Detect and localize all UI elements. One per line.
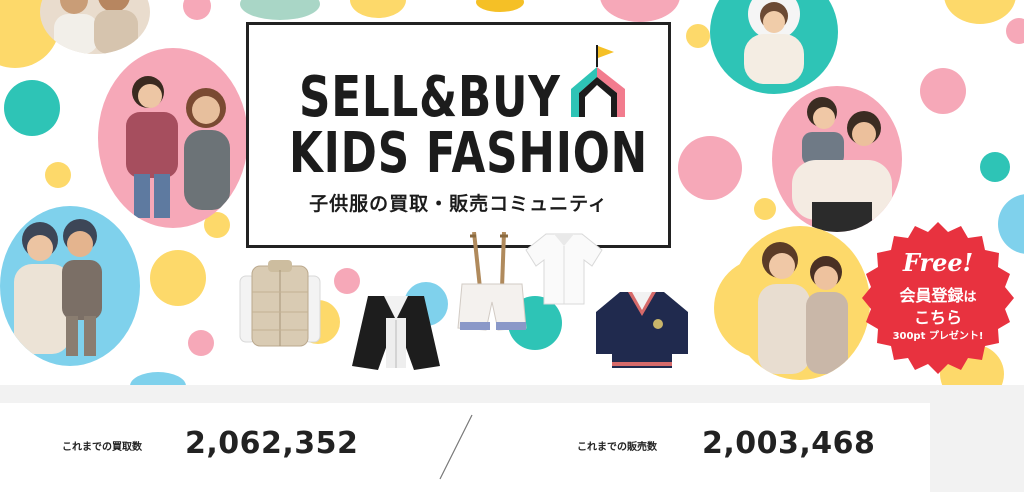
brand-logo[interactable]: SELL&BUY KIDS FASHION 子供服の買取・販売コミュニティ [246,22,671,248]
logo-subtitle: 子供服の買取・販売コミュニティ [309,193,608,215]
sell-count-label: これまでの販売数 [577,442,657,453]
dot [183,0,211,20]
family-photo [0,206,140,366]
dot [150,250,206,306]
dot [350,0,406,18]
house-logo-icon [571,45,625,117]
points-gift-label: 300pt プレゼント! [892,331,984,342]
stats-card: これまでの買取数 2,062,352 これまでの販売数 2,003,468 [0,403,930,492]
dot [130,372,186,385]
family-photo [40,0,150,54]
dot [754,198,776,220]
buy-count-label: これまでの買取数 [62,442,142,453]
dot [686,24,710,48]
dot [4,80,60,136]
family-photo [710,0,838,94]
stats-section: これまでの買取数 2,062,352 これまでの販売数 2,003,468 [0,385,1024,492]
dot [678,136,742,200]
dot [188,330,214,356]
family-photo [98,48,248,228]
dot [920,68,966,114]
register-here: こちら [913,308,962,327]
dot [45,162,71,188]
hero-banner[interactable]: SELL&BUY KIDS FASHION 子供服の買取・販売コミュニティ Fr… [0,0,1024,385]
sell-count-value: 2,003,468 [702,426,876,461]
free-registration-badge[interactable]: Free! 会員登録は こちら 300pt プレゼント! [858,220,1018,380]
free-label: Free! [902,248,974,277]
dot [600,0,680,22]
slash-divider-icon [439,414,473,480]
register-main: 会員登録 [899,286,964,305]
family-photo [730,226,870,380]
vest-icon [239,260,321,347]
suspender-shorts-icon [457,232,527,331]
dot [980,152,1010,182]
register-label: 会員登録は こちら [858,286,1018,328]
dot [944,0,1016,24]
family-photo [772,86,902,232]
dot [240,0,320,20]
dot [476,0,524,12]
logo-title-line2: KIDS FASHION [289,121,648,186]
register-particle: は [963,290,977,305]
buy-count-value: 2,062,352 [185,426,359,461]
leather-jacket-icon [352,296,440,370]
dot [1006,18,1024,44]
navy-sweater-icon [596,292,688,368]
